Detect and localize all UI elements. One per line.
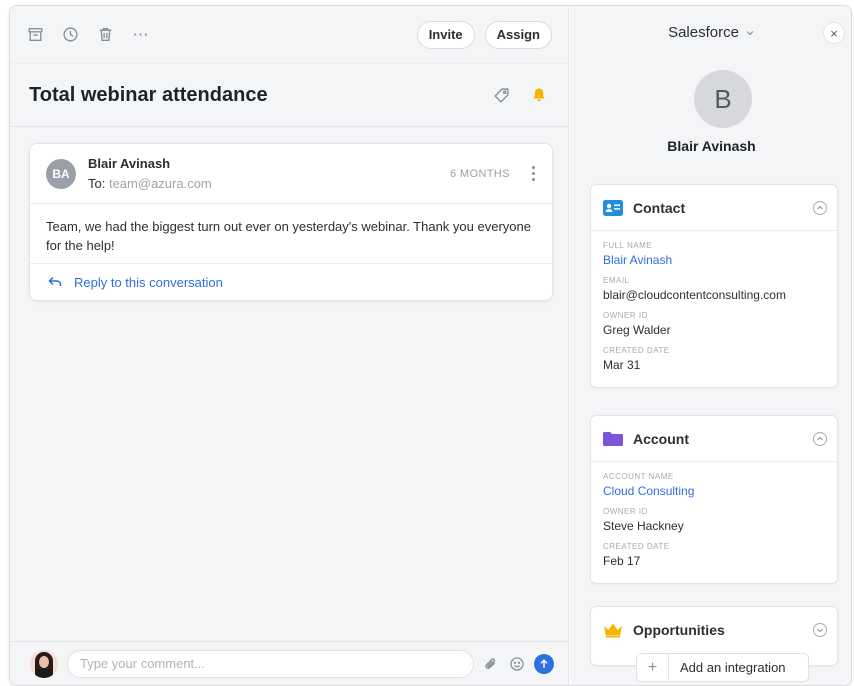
account-field-owner: OWNER ID Steve Hackney bbox=[603, 507, 825, 533]
contact-panel-header[interactable]: Contact bbox=[591, 185, 837, 231]
contact-field-full-name: FULL NAME Blair Avinash bbox=[603, 241, 825, 267]
conversation-pane: Invite Assign Total webinar attendance B… bbox=[10, 6, 569, 685]
contact-field-email: EMAIL blair@cloudcontentconsulting.com bbox=[603, 276, 825, 302]
to-label: To: bbox=[88, 176, 106, 191]
collapse-contact-icon[interactable] bbox=[813, 200, 827, 215]
clock-icon[interactable] bbox=[61, 26, 79, 44]
recipient-line: To: team@azura.com bbox=[88, 176, 450, 191]
opportunities-panel-title: Opportunities bbox=[633, 622, 725, 638]
field-value: Feb 17 bbox=[603, 554, 641, 568]
conversation-title: Total webinar attendance bbox=[29, 83, 268, 106]
send-icon[interactable] bbox=[534, 653, 554, 674]
field-value: Greg Walder bbox=[603, 323, 671, 337]
message-card: BA Blair Avinash To: team@azura.com 6 MO… bbox=[29, 143, 553, 301]
field-value: Steve Hackney bbox=[603, 519, 684, 533]
bell-icon[interactable] bbox=[529, 85, 549, 105]
profile-name: Blair Avinash bbox=[667, 138, 756, 154]
more-icon[interactable] bbox=[131, 26, 149, 44]
message-body: Team, we had the biggest turn out ever o… bbox=[30, 204, 552, 264]
field-value: Mar 31 bbox=[603, 358, 641, 372]
emoji-icon[interactable] bbox=[508, 655, 526, 673]
app-window: Invite Assign Total webinar attendance B… bbox=[9, 5, 852, 686]
plus-icon: + bbox=[637, 654, 669, 681]
field-label: OWNER ID bbox=[603, 507, 648, 516]
field-value: blair@cloudcontentconsulting.com bbox=[603, 288, 786, 302]
account-fields: ACCOUNT NAME Cloud Consulting OWNER ID S… bbox=[591, 462, 837, 583]
message-time: 6 MONTHS bbox=[449, 167, 510, 180]
archive-icon[interactable] bbox=[26, 26, 44, 44]
tag-icon[interactable] bbox=[491, 85, 511, 105]
add-integration-button[interactable]: + Add an integration bbox=[636, 653, 809, 682]
field-value-link[interactable]: Blair Avinash bbox=[603, 253, 825, 267]
contact-card-icon bbox=[603, 199, 623, 217]
field-label: FULL NAME bbox=[603, 241, 653, 250]
message-menu-icon[interactable] bbox=[528, 166, 538, 181]
paperclip-icon[interactable] bbox=[482, 655, 500, 673]
add-integration-label: Add an integration bbox=[680, 660, 786, 675]
expand-opportunities-icon[interactable] bbox=[813, 623, 827, 637]
reply-arrow-icon bbox=[48, 276, 62, 286]
conversation-toolbar: Invite Assign bbox=[10, 6, 568, 63]
sender-name: Blair Avinash bbox=[88, 156, 171, 171]
field-label: ACCOUNT NAME bbox=[603, 472, 674, 481]
contact-fields: FULL NAME Blair Avinash EMAIL blair@clou… bbox=[591, 231, 837, 387]
contact-panel: Contact FULL NAME Blair Avinash EMAIL bl… bbox=[590, 184, 838, 388]
folder-icon bbox=[603, 430, 623, 448]
comment-composer bbox=[10, 641, 568, 685]
comment-input[interactable] bbox=[67, 649, 474, 678]
integration-name: Salesforce bbox=[668, 24, 739, 41]
contact-panel-title: Contact bbox=[633, 199, 686, 216]
profile-avatar: B bbox=[694, 70, 752, 128]
account-panel-header[interactable]: Account bbox=[591, 416, 837, 462]
account-panel-title: Account bbox=[633, 430, 689, 447]
field-label: CREATED DATE bbox=[603, 346, 670, 355]
account-field-name: ACCOUNT NAME Cloud Consulting bbox=[603, 472, 825, 498]
sender-info: Blair Avinash To: team@azura.com bbox=[88, 156, 450, 191]
current-user-avatar bbox=[30, 649, 58, 678]
trash-icon[interactable] bbox=[96, 26, 114, 44]
conversation-header: Total webinar attendance bbox=[10, 63, 568, 127]
field-value-link[interactable]: Cloud Consulting bbox=[603, 484, 825, 498]
contact-field-created: CREATED DATE Mar 31 bbox=[603, 346, 825, 372]
account-panel: Account ACCOUNT NAME Cloud Consulting OW… bbox=[590, 415, 838, 584]
field-label: OWNER ID bbox=[603, 311, 648, 320]
integration-selector[interactable]: Salesforce × bbox=[570, 6, 851, 59]
reply-link[interactable]: Reply to this conversation bbox=[30, 264, 552, 300]
integration-sidebar: Salesforce × B Blair Avinash Contact FUL… bbox=[570, 6, 851, 685]
recipient-address: team@azura.com bbox=[108, 176, 212, 191]
collapse-account-icon[interactable] bbox=[813, 431, 827, 446]
field-label: EMAIL bbox=[603, 276, 630, 285]
assign-button[interactable]: Assign bbox=[484, 20, 552, 49]
reply-label: Reply to this conversation bbox=[74, 274, 223, 290]
contact-field-owner: OWNER ID Greg Walder bbox=[603, 311, 825, 337]
chevron-down-icon bbox=[746, 30, 754, 35]
invite-button[interactable]: Invite bbox=[416, 20, 475, 49]
field-label: CREATED DATE bbox=[603, 542, 670, 551]
sender-avatar: BA bbox=[46, 158, 76, 189]
crown-icon bbox=[603, 621, 623, 639]
message-header: BA Blair Avinash To: team@azura.com 6 MO… bbox=[30, 144, 552, 204]
opportunities-panel-header[interactable]: Opportunities bbox=[591, 607, 837, 653]
account-field-created: CREATED DATE Feb 17 bbox=[603, 542, 825, 568]
close-icon[interactable]: × bbox=[823, 22, 845, 44]
